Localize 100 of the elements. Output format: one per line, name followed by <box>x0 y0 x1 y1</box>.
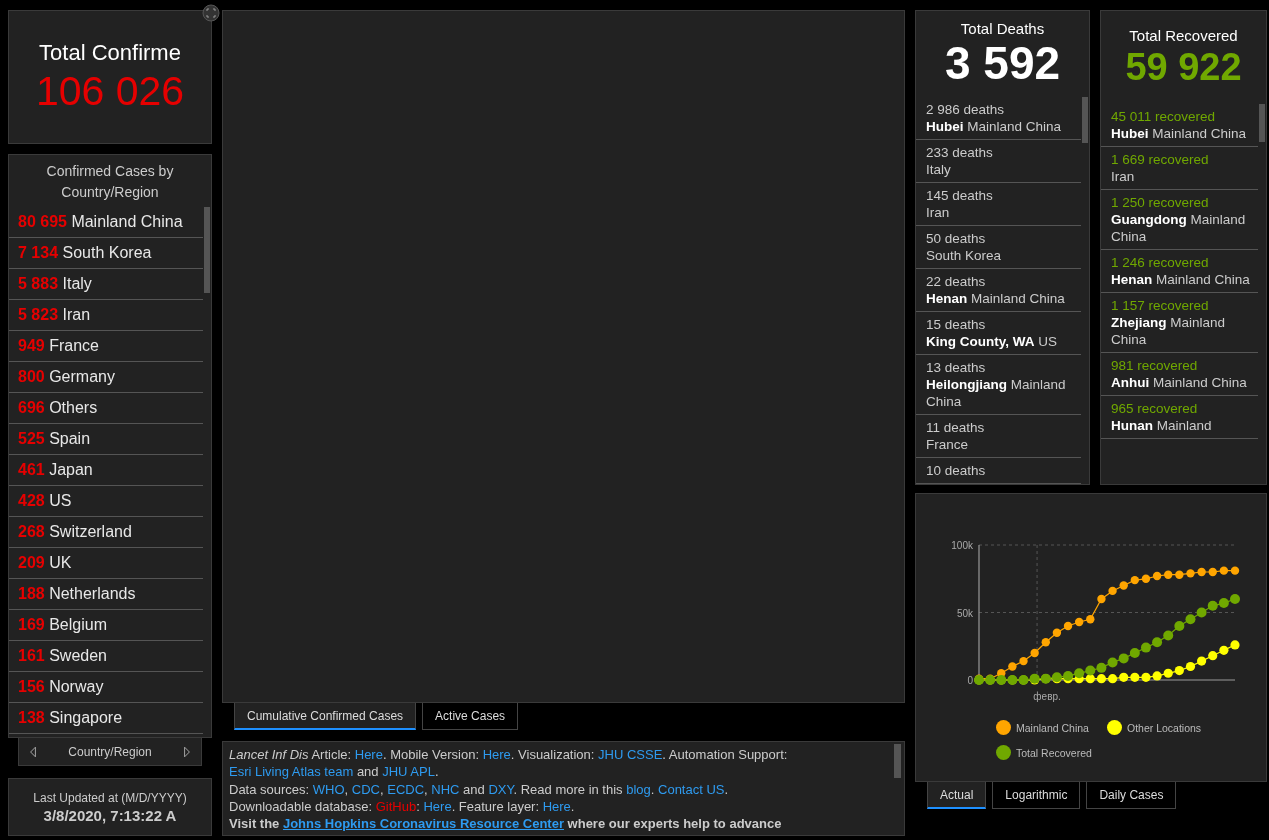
list-item[interactable]: 949 France <box>9 331 203 362</box>
list-item[interactable]: 161 Sweden <box>9 641 203 672</box>
data-point <box>1052 628 1062 637</box>
list-item[interactable]: 696 Others <box>9 393 203 424</box>
list-item[interactable]: 1 250 recovered Guangdong Mainland China <box>1101 190 1258 250</box>
list-item[interactable]: 50 deaths South Korea <box>916 226 1081 269</box>
updated-label: Last Updated at (M/D/YYYY) <box>33 790 187 805</box>
link[interactable]: Esri Living Atlas team <box>229 764 354 780</box>
data-point <box>1074 668 1085 679</box>
death-count: 233 deaths <box>926 144 994 161</box>
list-item[interactable]: 800 Germany <box>9 362 203 393</box>
list-item[interactable]: 45 011 recovered Hubei Mainland China <box>1101 104 1258 147</box>
list-item[interactable]: 22 deaths Henan Mainland China <box>916 269 1081 312</box>
location: Iran <box>926 204 951 221</box>
link[interactable]: Here <box>542 798 571 814</box>
list-item[interactable]: 268 Switzerland <box>9 517 203 548</box>
list-item[interactable]: 10 deaths <box>916 458 1081 484</box>
location: Henan Mainland China <box>1111 271 1251 288</box>
legend-label: Mainland China <box>1016 721 1089 734</box>
location: Guangdong Mainland China <box>1111 211 1247 245</box>
data-point <box>1096 662 1107 673</box>
list-item[interactable]: 461 Japan <box>9 455 203 486</box>
data-point <box>1208 651 1218 661</box>
scrollbar[interactable] <box>1259 104 1265 142</box>
data-point <box>1152 637 1163 648</box>
scrollbar[interactable] <box>894 744 901 778</box>
list-item[interactable]: 525 Spain <box>9 424 203 455</box>
expand-icon[interactable] <box>202 4 220 22</box>
list-item[interactable]: 11 deaths France <box>916 415 1081 458</box>
list-item[interactable]: 2 986 deaths Hubei Mainland China <box>916 97 1081 140</box>
list-item[interactable]: 5 883 Italy <box>9 269 203 300</box>
data-point <box>1119 672 1129 682</box>
link[interactable]: Contact US <box>658 781 725 797</box>
scrollbar[interactable] <box>1082 97 1088 143</box>
data-point <box>1208 567 1217 577</box>
list-item[interactable]: 981 recovered Anhui Mainland China <box>1101 353 1258 396</box>
next-icon[interactable] <box>183 744 191 759</box>
data-point <box>1130 672 1140 682</box>
list-item[interactable]: 156 Norway <box>9 672 203 703</box>
data-point <box>1186 569 1195 578</box>
scrollbar[interactable] <box>204 207 210 293</box>
list-item[interactable]: 138 Singapore <box>9 703 203 734</box>
data-point <box>1030 648 1039 658</box>
data-point <box>1219 645 1229 655</box>
list-item[interactable]: 209 UK <box>9 548 203 579</box>
total-value: 59 922 <box>1124 45 1243 90</box>
data-point <box>1019 656 1028 666</box>
data-point <box>1197 567 1206 577</box>
link[interactable]: JHU APL <box>382 764 435 780</box>
recovered-count: 1 157 recovered <box>1111 297 1210 314</box>
location: South Korea <box>926 247 1003 264</box>
panel-title: Total Recovered <box>1128 26 1239 44</box>
location: France <box>926 436 970 453</box>
death-count: 11 deaths <box>926 419 986 436</box>
tab[interactable]: Actual <box>927 782 987 809</box>
panel-title: Confirmed Cases by Country/Region <box>45 162 175 202</box>
data-point <box>1163 668 1173 678</box>
location: Heilongjiang Mainland China <box>926 376 1067 410</box>
data-point <box>1207 600 1218 611</box>
link[interactable]: NHC <box>431 781 460 797</box>
link[interactable]: DXY <box>488 781 514 797</box>
list-item[interactable]: 13 deaths Heilongjiang Mainland China <box>916 355 1081 415</box>
tab[interactable]: Cumulative Confirmed Cases <box>234 703 417 730</box>
previous-icon[interactable] <box>29 744 37 759</box>
link[interactable]: WHO <box>312 781 345 797</box>
list-item[interactable]: 965 recovered Hunan Mainland <box>1101 396 1258 439</box>
list-item[interactable]: 1 157 recovered Zhejiang Mainland China <box>1101 293 1258 353</box>
list-item[interactable]: 188 Netherlands <box>9 579 203 610</box>
list-item[interactable]: 169 Belgium <box>9 610 203 641</box>
tab[interactable]: Daily Cases <box>1086 782 1177 809</box>
tab[interactable]: Active Cases <box>422 703 519 730</box>
list-item[interactable]: 1 669 recovered Iran <box>1101 147 1258 190</box>
list-item[interactable]: 428 US <box>9 486 203 517</box>
link[interactable]: Here <box>423 798 452 814</box>
link[interactable]: Johns Hopkins Coronavirus Resource Center <box>282 816 564 832</box>
data-point <box>1129 648 1140 658</box>
list-item[interactable]: 145 deaths Iran <box>916 183 1081 226</box>
location: Hubei Mainland China <box>1111 125 1248 142</box>
data-point <box>1185 661 1196 672</box>
list-item[interactable]: 80 695 Mainland China <box>9 207 203 238</box>
info-text: Lancet Inf Dis Article: Here. Mobile Version: Here. Visualization: JHU CSSE. Automation Support: Esri Living Atlas team and JHU APL. Data sources: WHO, CDC, ECDC, NHC and DXY. Read more in this blog. Contact US. Downloadable database: GitHub: Here. Feature layer: Here. Visit the Johns Hopkins Coronavirus Resource Center where our experts help to advance <box>228 746 789 834</box>
data-point <box>1140 642 1151 653</box>
location: Henan Mainland China <box>926 290 1066 307</box>
list-item[interactable]: 7 134 South Korea <box>9 238 203 269</box>
axis-label: февр. <box>1033 691 1061 702</box>
data-point <box>1141 672 1151 682</box>
tab[interactable]: Logarithmic <box>992 782 1081 809</box>
list-item[interactable]: 1 246 recovered Henan Mainland China <box>1101 250 1258 293</box>
list-item[interactable]: 5 823 Iran <box>9 300 203 331</box>
death-count: 15 deaths <box>926 316 987 333</box>
link[interactable]: Here <box>354 747 383 762</box>
data-point <box>1119 581 1128 590</box>
link[interactable]: blog <box>626 781 651 797</box>
list-item[interactable]: 15 deaths King County, WA US <box>916 312 1081 355</box>
panel-title: Total Deaths <box>959 19 1046 37</box>
link[interactable]: CDC <box>351 781 380 797</box>
link[interactable]: Here <box>482 747 511 762</box>
list-item[interactable]: 233 deaths Italy <box>916 140 1081 183</box>
recovered-count: 981 recovered <box>1111 357 1199 374</box>
data-point <box>1063 621 1073 631</box>
